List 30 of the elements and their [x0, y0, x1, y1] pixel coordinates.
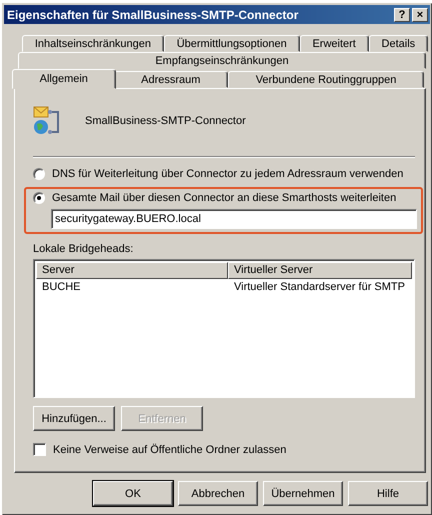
smarthost-field[interactable]: securitygateway.BUERO.local — [51, 209, 417, 229]
tab[interactable]: Erweitert — [300, 35, 369, 52]
add-button[interactable]: Hinzufügen... — [33, 406, 115, 431]
close-button[interactable]: × — [412, 8, 428, 22]
radio-button[interactable] — [33, 168, 45, 180]
table-cell-text: BUCHE — [41, 280, 82, 292]
help-button[interactable]: ? — [394, 8, 410, 22]
cancel-button[interactable]: Abbrechen — [178, 481, 258, 506]
bridgehead-list[interactable]: Server Virtueller Server BUCHE Virtueller Standardserver für SMTP — [33, 259, 415, 398]
tab[interactable]: Allgemein — [12, 69, 116, 89]
option-label: DNS für Weiterleitung über Connector zu jedem Adressraum verwenden — [52, 168, 404, 180]
radio-button[interactable] — [33, 192, 45, 204]
tab[interactable]: Details — [368, 35, 428, 52]
tab[interactable]: Verbundene Routinggruppen — [228, 71, 424, 88]
list-label: Lokale Bridgeheads: — [33, 243, 134, 257]
checkbox[interactable] — [33, 443, 46, 456]
column-header[interactable]: Virtueller Server — [228, 262, 412, 279]
checkbox-label: Keine Verweise auf Öffentliche Ordner zulassen — [53, 444, 286, 456]
tab[interactable]: Inhaltseinschränkungen — [22, 35, 164, 52]
help-button[interactable]: Hilfe — [348, 481, 428, 506]
tab[interactable]: Übermittlungsoptionen — [164, 35, 300, 52]
tab[interactable]: Adressraum — [114, 71, 228, 88]
tab[interactable]: Empfangseinschränkungen — [18, 52, 426, 69]
ok-button[interactable]: OK — [93, 481, 173, 506]
connector-name: SmallBusiness-SMTP-Connector — [85, 115, 246, 127]
column-header[interactable]: Server — [36, 262, 228, 279]
option-label: Gesamte Mail über diesen Connector an diese Smarthosts weiterleiten — [52, 192, 396, 204]
window-title: Eigenschaften für SmallBusiness-SMTP-Connector — [7, 8, 300, 22]
table-cell-text: Virtueller Standardserver für SMTP — [233, 280, 405, 292]
apply-button[interactable]: Übernehmen — [263, 481, 343, 506]
